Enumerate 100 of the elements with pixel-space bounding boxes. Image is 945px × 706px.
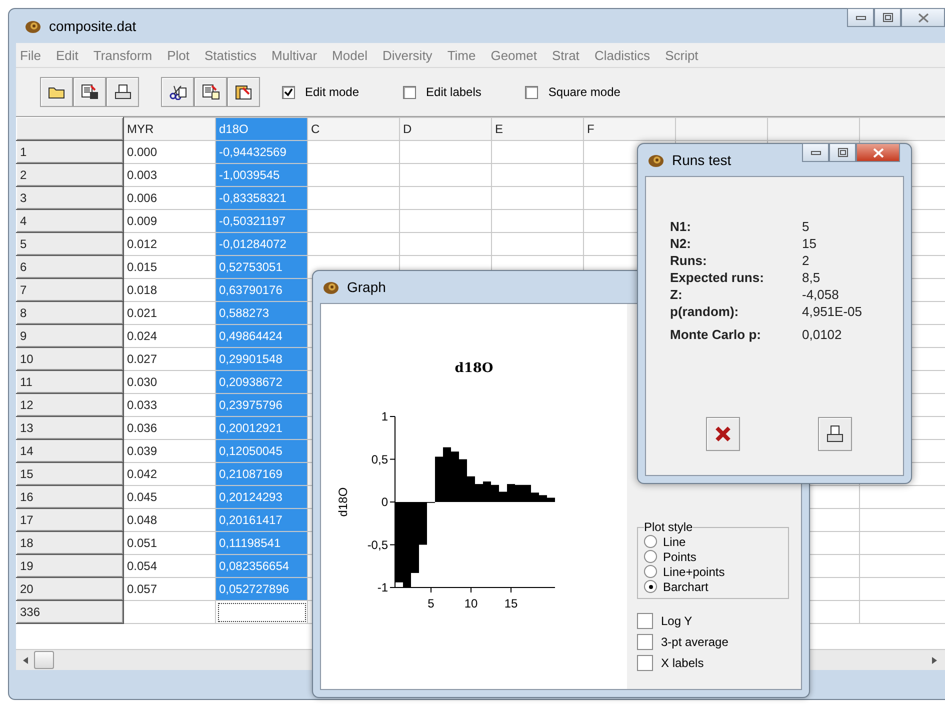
close-icon <box>918 12 928 22</box>
menu-item[interactable]: Model <box>332 48 368 62</box>
table-cell: 0.003 <box>124 164 216 186</box>
menu-item[interactable]: Diversity <box>382 48 432 62</box>
row-header[interactable]: 8 <box>16 302 124 324</box>
column-header[interactable]: C <box>308 118 400 140</box>
row-header[interactable]: 15 <box>16 462 124 486</box>
scissors-icon <box>168 84 186 100</box>
column-header[interactable]: F <box>584 118 676 140</box>
option-checkbox[interactable]: Log Y <box>637 613 801 629</box>
row-header[interactable]: 12 <box>16 394 124 416</box>
menu-item[interactable]: Script <box>665 48 698 62</box>
shell-icon <box>322 279 340 295</box>
row-header[interactable]: 3 <box>16 186 124 210</box>
row-header[interactable]: 14 <box>16 440 124 462</box>
close-button[interactable] <box>901 8 945 27</box>
stat-label: Z: <box>670 287 684 302</box>
cut-button[interactable] <box>161 77 194 107</box>
menu-item[interactable]: Geomet <box>490 48 537 62</box>
row-header[interactable]: 2 <box>16 164 124 186</box>
paste-button[interactable] <box>227 77 260 107</box>
axis-label: d18O <box>336 487 350 517</box>
row-header[interactable]: 20 <box>16 578 124 600</box>
row-header[interactable]: 6 <box>16 256 124 278</box>
maximize-button[interactable] <box>829 143 856 162</box>
menu-item[interactable]: Plot <box>167 48 190 62</box>
table-cell: 0.048 <box>124 508 216 532</box>
menu-item[interactable]: Statistics <box>204 48 257 62</box>
table-cell: 0,23975796 <box>216 394 308 416</box>
stat-label: p(random): <box>670 304 740 319</box>
stat-value: 4,951E-05 <box>802 304 863 319</box>
print-button[interactable] <box>818 417 852 451</box>
column-header[interactable]: MYR <box>124 118 216 140</box>
print-button[interactable] <box>106 77 139 107</box>
menu-item[interactable]: Time <box>447 48 476 62</box>
option-checkbox[interactable]: Square mode <box>525 85 620 99</box>
radio-option[interactable]: Line <box>644 534 788 549</box>
table-cell: 0,20012921 <box>216 416 308 440</box>
stat-value: 8,5 <box>802 270 822 285</box>
row-header[interactable]: 16 <box>16 486 124 508</box>
row-header[interactable]: 11 <box>16 370 124 394</box>
table-cell: 0.021 <box>124 302 216 324</box>
copy-button[interactable] <box>194 77 227 107</box>
table-cell: 0.057 <box>124 578 216 600</box>
radio-option[interactable]: Line+points <box>644 564 788 579</box>
table-cell: 0,082356654 <box>216 554 308 578</box>
open-button[interactable] <box>40 77 73 107</box>
minimize-button[interactable] <box>802 143 829 162</box>
stat-label: Expected runs: <box>670 270 765 285</box>
row-header[interactable]: 17 <box>16 508 124 532</box>
radio-option[interactable]: Barchart <box>644 579 788 594</box>
window-title: Runs test <box>672 152 732 168</box>
table-cell: 0.054 <box>124 554 216 578</box>
close-button[interactable] <box>856 143 900 162</box>
menu-item[interactable]: Transform <box>93 48 152 62</box>
radio-option[interactable]: Points <box>644 549 788 564</box>
save-button[interactable] <box>73 77 106 107</box>
table-cell: 0,20938672 <box>216 370 308 394</box>
row-header[interactable]: 10 <box>16 348 124 370</box>
scrollbar-thumb[interactable] <box>34 651 54 669</box>
stat-value: 15 <box>802 236 818 251</box>
tick-label: -0,5 <box>367 538 388 552</box>
option-checkbox[interactable]: 3-pt average <box>637 634 801 650</box>
row-header[interactable]: 336 <box>16 600 124 624</box>
table-cell: 0,49864424 <box>216 324 308 348</box>
check-icon <box>284 88 293 96</box>
table-cell: -0,01284072 <box>216 232 308 256</box>
table-cell: 0.030 <box>124 370 216 394</box>
menu-item[interactable]: Strat <box>552 48 580 62</box>
option-checkbox[interactable]: X labels <box>637 655 801 671</box>
maximize-button[interactable] <box>874 8 901 27</box>
row-header[interactable]: 7 <box>16 278 124 302</box>
print-icon <box>826 425 844 443</box>
table-cell: 0.006 <box>124 186 216 210</box>
minimize-button[interactable] <box>847 8 874 27</box>
row-header[interactable]: 18 <box>16 532 124 554</box>
row-header[interactable]: 9 <box>16 324 124 348</box>
close-button[interactable] <box>706 417 740 451</box>
row-header[interactable]: 1 <box>16 140 124 164</box>
row-header[interactable]: 13 <box>16 416 124 440</box>
table-cell: 0.042 <box>124 462 216 486</box>
group-title: Plot style <box>644 520 693 534</box>
row-header[interactable]: 5 <box>16 232 124 256</box>
table-cell: 0.012 <box>124 232 216 256</box>
menu-item[interactable]: Cladistics <box>594 48 650 62</box>
table-cell: 0.027 <box>124 348 216 370</box>
stat-value: 0,0102 <box>802 327 843 342</box>
row-header[interactable]: 19 <box>16 554 124 578</box>
menu-item[interactable]: Multivar <box>272 48 318 62</box>
option-checkbox[interactable]: Edit labels <box>403 85 482 99</box>
column-header[interactable]: E <box>492 118 584 140</box>
column-header[interactable]: D <box>400 118 492 140</box>
table-cell: 0,20161417 <box>216 508 308 532</box>
print-icon <box>114 84 132 100</box>
menu-item[interactable]: File <box>20 48 41 62</box>
row-header[interactable]: 4 <box>16 210 124 232</box>
option-checkbox[interactable]: Edit mode <box>282 85 360 99</box>
table-cell: 0,12050045 <box>216 440 308 462</box>
menu-item[interactable]: Edit <box>56 48 78 62</box>
stat-label: Monte Carlo p: <box>670 327 762 342</box>
